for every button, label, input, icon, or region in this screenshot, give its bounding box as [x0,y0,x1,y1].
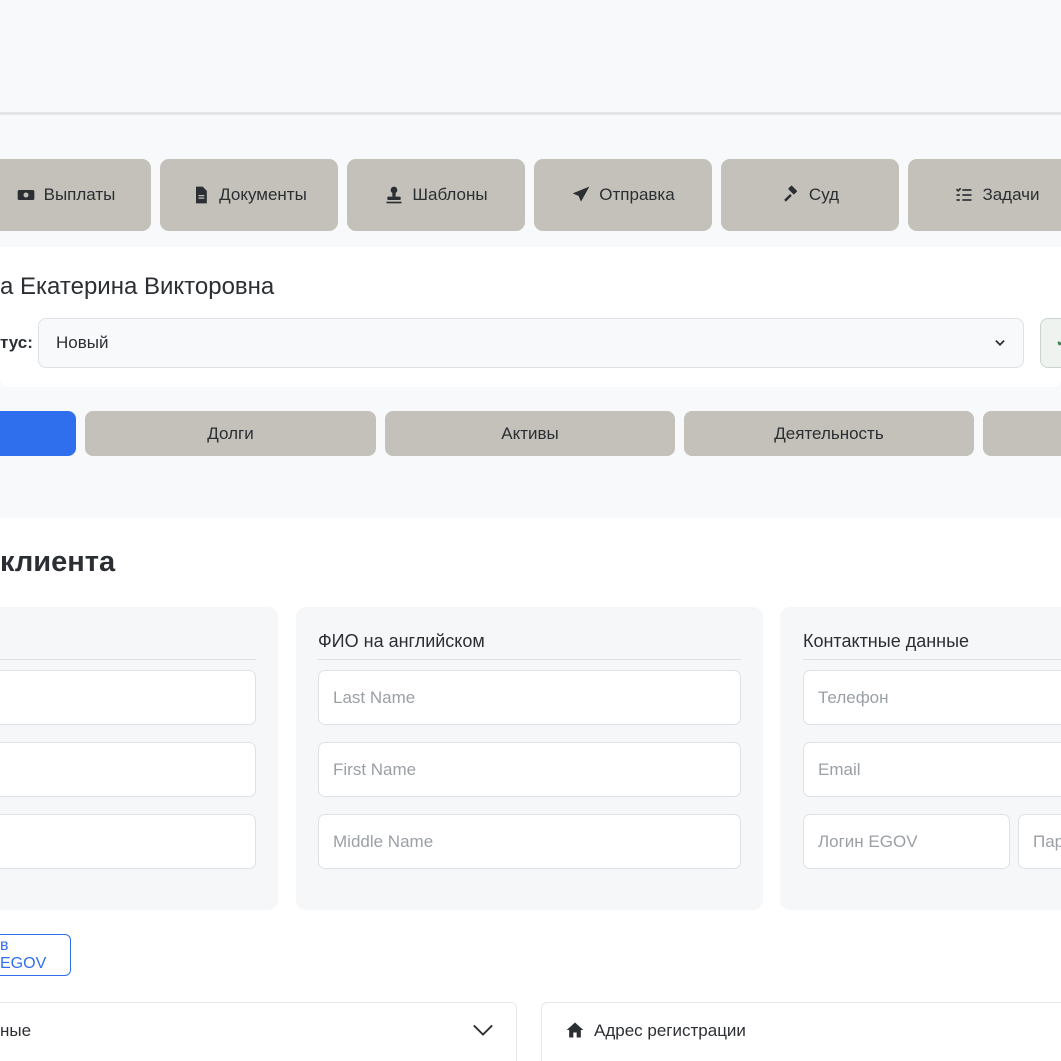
first-name-ru-field[interactable] [0,742,256,797]
check-icon: ✓ [1055,331,1061,351]
tab-debts-label: Долги [207,423,254,443]
court-button[interactable]: Суд [721,159,899,231]
status-select[interactable]: Новый [38,318,1024,368]
field-placeholder: Телефон [818,687,889,707]
tasks-label: Задачи [982,185,1040,204]
field-placeholder: Middle Name [333,831,434,851]
templates-label: Шаблоны [412,185,488,204]
personal-data-accordion-title: ные [0,1021,32,1040]
top-header [0,0,1061,115]
toolbar: Выплаты Документы Шаблоны Отправка Суд З… [0,159,1061,231]
middle-name-en-field[interactable]: Middle Name [318,814,741,869]
panel-divider [803,659,1061,660]
registration-address-title: Адрес регистрации [594,1021,746,1040]
tab-assets[interactable]: Активы [385,411,675,456]
last-name-en-field[interactable]: Last Name [318,670,741,725]
nav-tabs: Долги Активы Деятельность [0,411,1061,456]
chevron-down-icon [995,340,1005,346]
status-label: тус: [0,333,33,352]
english-name-panel-title: ФИО на английском [318,631,485,651]
send-label: Отправка [599,185,675,204]
stamp-icon [386,186,402,204]
field-placeholder: Логин EGOV [818,831,918,851]
chevron-down-icon [473,1024,493,1036]
panel-divider [0,659,256,660]
section-title: клиента [0,546,116,578]
documents-label: Документы [219,185,307,204]
templates-button[interactable]: Шаблоны [347,159,525,231]
phone-field[interactable]: Телефон [803,670,1061,725]
field-placeholder: Email [818,759,861,779]
paper-plane-icon [572,186,590,202]
tasks-button[interactable]: Задачи [908,159,1061,231]
panel-divider [318,659,741,660]
home-icon [566,1022,584,1038]
send-button[interactable]: Отправка [534,159,712,231]
egov-button-label: в EGOV [0,937,47,972]
gavel-icon [784,185,797,202]
personal-data-accordion[interactable] [0,1002,517,1061]
file-icon [196,186,208,204]
payments-button[interactable]: Выплаты [0,159,151,231]
tab-debts[interactable]: Долги [85,411,376,456]
email-field[interactable]: Email [803,742,1061,797]
field-placeholder: First Name [333,759,417,779]
status-save-button[interactable]: ✓ [1040,318,1061,368]
tab-activity[interactable]: Деятельность [684,411,974,456]
list-check-icon [956,187,972,201]
tab-assets-label: Активы [501,423,559,443]
tab-activity-label: Деятельность [774,423,884,443]
middle-name-ru-field[interactable] [0,814,256,869]
tab-more[interactable] [983,411,1061,456]
payments-label: Выплаты [43,185,116,204]
tab-main[interactable] [0,411,76,456]
egov-password-field[interactable]: Пар [1018,814,1061,869]
status-value: Новый [56,333,109,352]
client-name: а Екатерина Викторовна [0,273,275,300]
egov-login-field[interactable]: Логин EGOV [803,814,1010,869]
documents-button[interactable]: Документы [160,159,338,231]
money-bill-icon [17,190,34,200]
first-name-en-field[interactable]: First Name [318,742,741,797]
field-placeholder: Last Name [333,687,416,707]
contacts-panel-title: Контактные данные [803,631,970,651]
field-placeholder: Пар [1033,831,1061,851]
court-label: Суд [808,185,840,204]
last-name-ru-field[interactable] [0,670,256,725]
egov-button[interactable]: в EGOV [0,934,71,976]
